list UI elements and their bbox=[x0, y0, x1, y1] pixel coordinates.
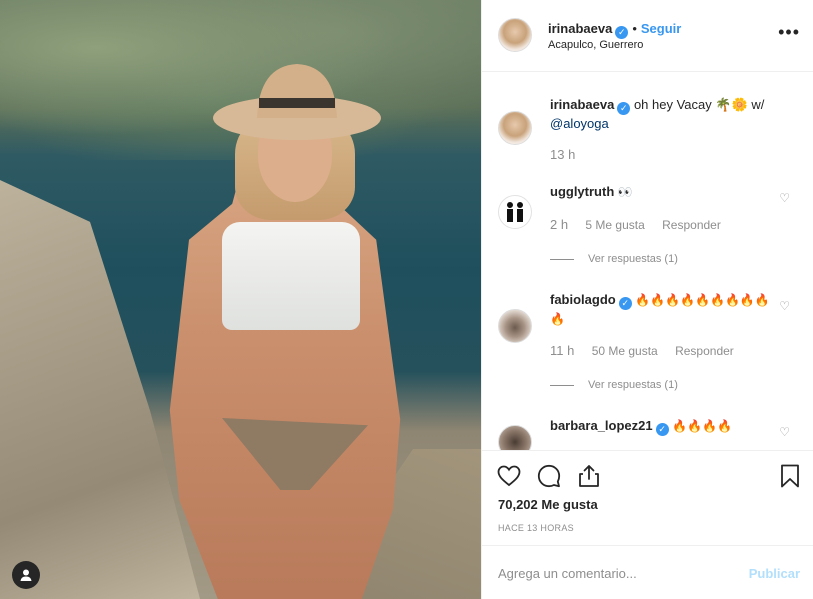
comment-time[interactable]: 11 h bbox=[550, 343, 574, 358]
comment-meta: 11 h 50 Me gusta Responder bbox=[550, 343, 748, 358]
comment-row: fabiolagdo ✓ 🔥🔥🔥🔥🔥🔥🔥🔥🔥🔥 11 h 50 Me gusta … bbox=[482, 291, 813, 391]
comment-like-heart-icon[interactable]: ♡ bbox=[779, 299, 790, 313]
replies-divider bbox=[550, 384, 574, 386]
comment-avatar[interactable] bbox=[498, 195, 532, 229]
view-replies-button[interactable]: Ver respuestas (1) bbox=[550, 379, 678, 391]
header-separator: • bbox=[632, 21, 637, 36]
comment-input[interactable] bbox=[498, 562, 728, 584]
bookmark-icon[interactable] bbox=[777, 463, 803, 489]
comment-icon[interactable] bbox=[536, 463, 562, 489]
post-timestamp[interactable]: HACE 13 HORAS bbox=[498, 523, 574, 533]
verified-badge-icon: ✓ bbox=[615, 26, 629, 39]
share-icon[interactable] bbox=[576, 463, 602, 489]
comment-likes[interactable]: 50 Me gusta bbox=[592, 344, 658, 358]
comment-row: barbara_lopez21 ✓ 🔥🔥🔥🔥 ♡ bbox=[482, 417, 813, 450]
author-username[interactable]: irinabaeva bbox=[548, 21, 612, 36]
verified-badge-icon: ✓ bbox=[617, 102, 631, 115]
view-replies-label: Ver respuestas (1) bbox=[588, 379, 678, 391]
publish-button[interactable]: Publicar bbox=[749, 566, 800, 581]
caption-row: irinabaeva ✓ oh hey Vacay 🌴🌼 w/ @aloyoga … bbox=[482, 93, 813, 173]
view-replies-label: Ver respuestas (1) bbox=[588, 253, 678, 265]
post-actions: 70,202 Me gusta HACE 13 HORAS bbox=[482, 450, 813, 544]
user-silhouette-icon bbox=[20, 569, 32, 581]
post-side-panel: irinabaeva ✓ • Seguir Acapulco, Guerrero ••… bbox=[481, 0, 813, 599]
follow-button[interactable]: Seguir bbox=[641, 21, 681, 36]
more-options-icon[interactable]: ••• bbox=[778, 22, 800, 43]
photo-hat bbox=[213, 64, 381, 140]
avatar-couple-icon bbox=[507, 202, 523, 222]
comment-avatar[interactable] bbox=[498, 309, 532, 343]
reply-button[interactable]: Responder bbox=[675, 344, 734, 358]
caption-mention[interactable]: @aloyoga bbox=[550, 116, 609, 131]
comment-likes[interactable]: 5 Me gusta bbox=[585, 218, 644, 232]
post-location[interactable]: Acapulco, Guerrero bbox=[548, 39, 643, 51]
comment-row: ugglytruth 👀 2 h 5 Me gusta Responder ♡ … bbox=[482, 183, 813, 273]
post-header: irinabaeva ✓ • Seguir Acapulco, Guerrero ••… bbox=[482, 0, 813, 72]
comment-text: barbara_lopez21 ✓ 🔥🔥🔥🔥 bbox=[550, 417, 770, 436]
comment-like-heart-icon[interactable]: ♡ bbox=[779, 425, 790, 439]
comment-username[interactable]: barbara_lopez21 bbox=[550, 418, 653, 433]
user-tag-icon[interactable] bbox=[12, 561, 40, 589]
comment-text: fabiolagdo ✓ 🔥🔥🔥🔥🔥🔥🔥🔥🔥🔥 bbox=[550, 291, 770, 328]
header-user-line: irinabaeva ✓ • Seguir bbox=[548, 20, 681, 39]
comment-body: 🔥🔥🔥🔥 bbox=[672, 419, 732, 433]
likes-count[interactable]: 70,202 Me gusta bbox=[498, 497, 598, 512]
comment-username[interactable]: fabiolagdo bbox=[550, 292, 616, 307]
verified-badge-icon: ✓ bbox=[618, 297, 632, 310]
comment-like-heart-icon[interactable]: ♡ bbox=[779, 191, 790, 205]
caption-body: oh hey Vacay 🌴🌼 w/ bbox=[633, 97, 765, 112]
comment-text: ugglytruth 👀 bbox=[550, 183, 770, 201]
caption-time[interactable]: 13 h bbox=[550, 147, 575, 162]
comments-list[interactable]: irinabaeva ✓ oh hey Vacay 🌴🌼 w/ @aloyoga … bbox=[482, 73, 813, 450]
verified-badge-icon: ✓ bbox=[655, 423, 669, 436]
caption-username[interactable]: irinabaeva bbox=[550, 97, 614, 112]
view-replies-button[interactable]: Ver respuestas (1) bbox=[550, 253, 678, 265]
photo-rocks-left bbox=[0, 180, 200, 599]
comment-time[interactable]: 2 h bbox=[550, 217, 568, 232]
caption-text: irinabaeva ✓ oh hey Vacay 🌴🌼 w/ @aloyoga bbox=[550, 96, 770, 133]
heart-icon[interactable] bbox=[496, 463, 522, 489]
author-avatar[interactable] bbox=[498, 18, 532, 52]
reply-button[interactable]: Responder bbox=[662, 218, 721, 232]
caption-avatar[interactable] bbox=[498, 111, 532, 145]
replies-divider bbox=[550, 258, 574, 260]
comment-avatar[interactable] bbox=[498, 425, 532, 450]
comment-body: 👀 bbox=[617, 185, 633, 199]
photo-top bbox=[222, 222, 360, 330]
comment-composer: Publicar bbox=[482, 545, 813, 599]
post-photo[interactable] bbox=[0, 0, 481, 599]
comment-meta: 2 h 5 Me gusta Responder bbox=[550, 217, 735, 232]
comment-username[interactable]: ugglytruth bbox=[550, 184, 614, 199]
